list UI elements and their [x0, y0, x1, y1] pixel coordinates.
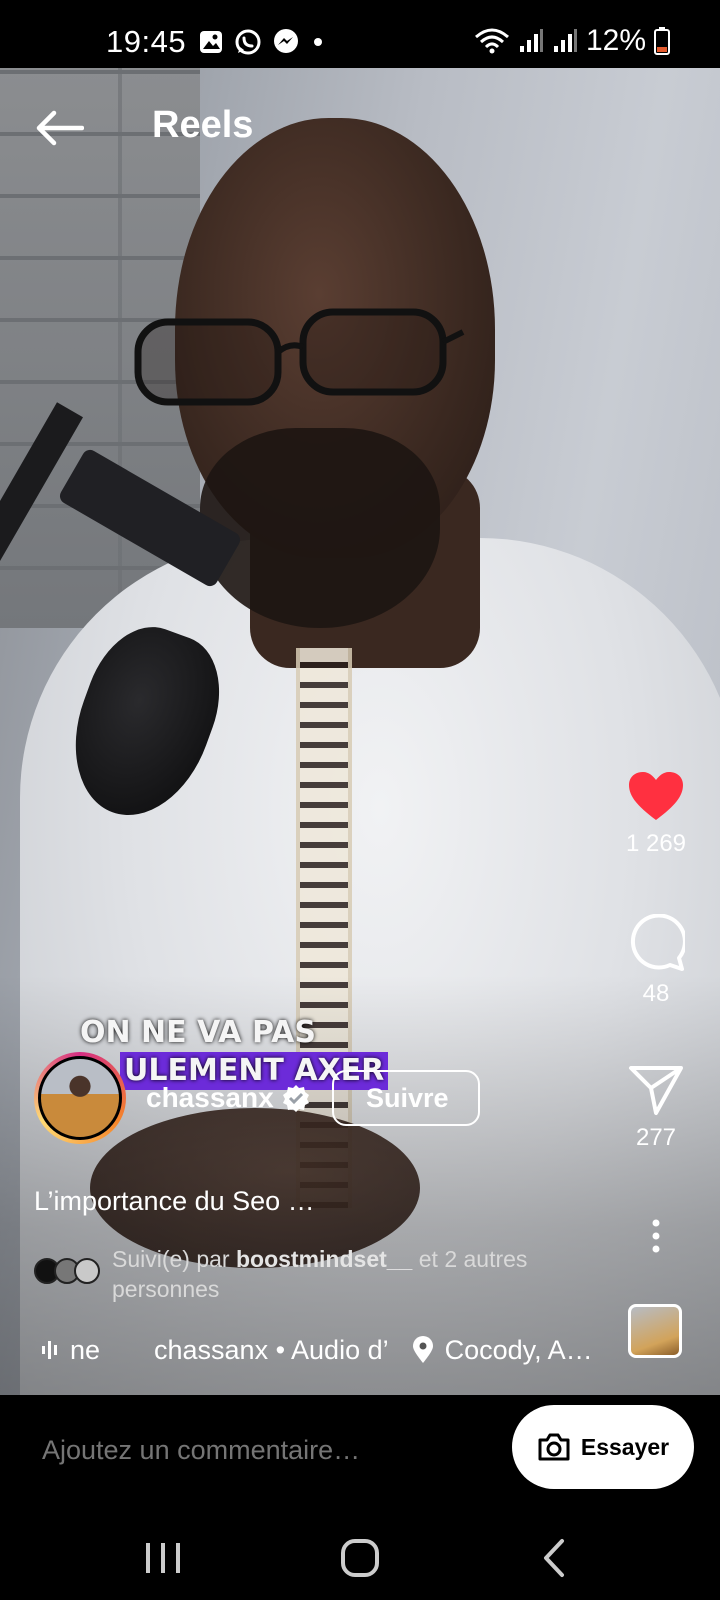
reels-header: Reels — [0, 68, 720, 188]
signal-icon-2 — [553, 29, 577, 52]
more-vertical-icon — [652, 1219, 660, 1253]
share-count: 277 — [635, 1124, 677, 1151]
system-nav-bar — [0, 1515, 720, 1600]
more-options-button[interactable] — [606, 1218, 706, 1254]
try-label: Essayer — [580, 1433, 670, 1460]
avatar-story-ring[interactable] — [34, 1052, 126, 1144]
audio-bars-icon — [42, 1341, 57, 1359]
signal-icon — [519, 29, 543, 52]
username[interactable]: chassanx — [146, 1082, 274, 1114]
verified-badge-icon — [283, 1085, 309, 1112]
try-camera-button[interactable]: Essayer — [512, 1405, 694, 1489]
audio-thumbnail[interactable] — [628, 1304, 682, 1358]
wifi-icon — [474, 28, 509, 54]
system-icons: 12% — [474, 24, 670, 58]
nav-back-icon[interactable] — [530, 1533, 580, 1583]
comment-count: 48 — [642, 980, 670, 1007]
music-source: chassanx • Audio d’ — [154, 1334, 389, 1365]
like-button[interactable]: 1 269 — [606, 770, 706, 858]
glasses — [134, 308, 465, 406]
followed-by-prefix: Suivi(e) par — [112, 1246, 236, 1272]
avatar — [38, 1056, 122, 1140]
comment-input[interactable] — [42, 1435, 482, 1466]
music-row[interactable]: ne chassanx • Audio d’ Cocody, A… — [40, 1332, 600, 1368]
page-title: Reels — [152, 104, 254, 146]
share-button[interactable]: 277 — [606, 1064, 706, 1152]
comment-button[interactable]: 48 — [606, 914, 706, 1008]
status-time: 19:45 — [106, 24, 187, 59]
like-count: 1 269 — [625, 830, 687, 857]
location-pin-icon — [412, 1336, 433, 1363]
follow-button[interactable]: Suivre — [332, 1070, 480, 1126]
followed-by-text[interactable]: Suivi(e) par boostmindset__ et 2 autres … — [112, 1244, 592, 1304]
recent-apps-icon[interactable] — [138, 1533, 188, 1583]
post-description[interactable]: L’importance du Seo … — [34, 1186, 315, 1217]
whatsapp-icon — [235, 29, 261, 55]
messenger-icon — [274, 29, 298, 53]
heart-icon — [629, 772, 683, 820]
battery-icon — [654, 27, 670, 55]
person-beard — [200, 428, 440, 628]
gallery-icon — [200, 31, 222, 53]
battery-percent: 12% — [585, 24, 646, 57]
comment-bar: Essayer — [0, 1395, 720, 1515]
follower-avatars — [34, 1258, 104, 1286]
music-title: ne — [70, 1334, 101, 1365]
location-text: Cocody, A… — [444, 1334, 593, 1365]
back-arrow-icon[interactable] — [34, 108, 84, 148]
followed-by-user: boostmindset__ — [235, 1246, 413, 1272]
dot-icon — [314, 38, 322, 46]
status-bar: 19:45 12% — [0, 0, 720, 68]
home-icon[interactable] — [335, 1533, 385, 1583]
camera-icon — [538, 1433, 570, 1461]
video-caption-line1: ON NE VA PAS — [80, 1015, 317, 1050]
send-icon — [629, 1066, 683, 1115]
comment-bubble-icon — [630, 914, 685, 971]
notification-icons — [198, 28, 326, 56]
